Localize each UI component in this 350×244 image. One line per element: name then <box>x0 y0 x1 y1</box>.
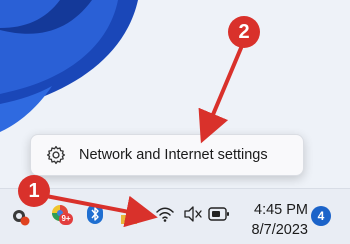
bluetooth-icon[interactable] <box>85 203 105 225</box>
clock-time: 4:45 PM <box>254 202 308 218</box>
gear-icon <box>46 145 66 165</box>
clock-date: 8/7/2023 <box>251 222 308 238</box>
menu-item-label: Network and Internet settings <box>79 147 268 163</box>
step-1-badge: 1 <box>18 175 50 207</box>
step-2-badge: 2 <box>228 16 260 48</box>
taskbar-clock[interactable]: 4:45 PM 8/7/2023 <box>250 200 308 240</box>
network-context-menu: Network and Internet settings <box>30 134 304 176</box>
weather-icon[interactable] <box>10 204 32 226</box>
wifi-icon[interactable] <box>155 205 175 223</box>
speaker-muted-icon[interactable] <box>183 205 203 223</box>
folder-icon[interactable] <box>121 212 137 224</box>
battery-icon[interactable] <box>208 206 230 222</box>
network-internet-settings-item[interactable]: Network and Internet settings <box>35 139 299 171</box>
app-notification-badge: 9+ <box>59 213 73 225</box>
notification-count-badge[interactable]: 4 <box>311 206 331 226</box>
